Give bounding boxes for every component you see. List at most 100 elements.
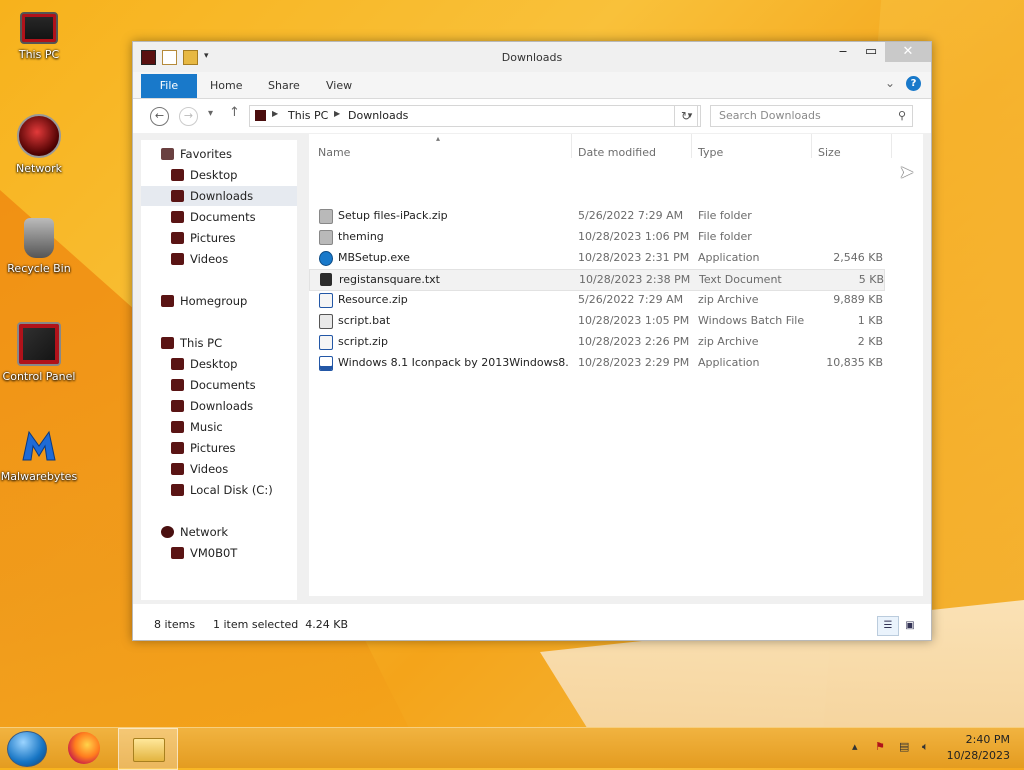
- desktop-icon-network[interactable]: Network: [0, 114, 78, 175]
- nav-pc-desktop[interactable]: Desktop: [171, 354, 237, 374]
- close-button[interactable]: ✕: [885, 42, 931, 62]
- desktop-icon-control-panel[interactable]: Control Panel: [0, 322, 78, 383]
- column-header-size[interactable]: Size: [818, 146, 841, 159]
- file-date: 10/28/2023 1:06 PM: [578, 230, 690, 243]
- address-bar[interactable]: ▶ This PC ▶ Downloads ▾: [249, 105, 701, 127]
- nav-pc-videos[interactable]: Videos: [171, 459, 228, 479]
- column-divider[interactable]: [691, 134, 692, 158]
- nav-network-vm0b0t[interactable]: VM0B0T: [171, 543, 237, 563]
- column-divider[interactable]: [891, 134, 892, 158]
- table-row[interactable]: Resource.zip 5/26/2022 7:29 AM zip Archi…: [309, 290, 883, 310]
- column-divider[interactable]: [571, 134, 572, 158]
- file-size: 2,546 KB: [833, 251, 883, 264]
- recent-locations-dropdown[interactable]: ▾: [208, 108, 213, 119]
- nav-this-pc[interactable]: This PC: [161, 333, 222, 353]
- sort-ascending-icon: ▴: [436, 134, 441, 143]
- forward-button[interactable]: →: [179, 107, 198, 126]
- file-size: 9,889 KB: [833, 293, 883, 306]
- desktop-icon-this-pc[interactable]: This PC: [0, 6, 78, 61]
- nav-pc-documents[interactable]: Documents: [171, 375, 256, 395]
- nav-fav-documents[interactable]: Documents: [171, 207, 256, 227]
- search-input[interactable]: Search Downloads: [719, 109, 821, 122]
- column-header-type[interactable]: Type: [698, 146, 723, 159]
- videos-icon: [171, 463, 184, 475]
- column-divider[interactable]: [811, 134, 812, 158]
- nav-pc-music[interactable]: Music: [171, 417, 223, 437]
- expand-ribbon-chevron-icon[interactable]: ⌄: [885, 76, 895, 90]
- breadcrumb-separator-icon[interactable]: ▶: [334, 109, 340, 118]
- breadcrumb-downloads[interactable]: Downloads: [348, 109, 408, 122]
- tab-view[interactable]: View: [326, 74, 352, 98]
- nav-label: Homegroup: [180, 294, 248, 308]
- nav-label: Documents: [190, 210, 256, 224]
- nav-fav-videos[interactable]: Videos: [171, 249, 228, 269]
- table-row-selected[interactable]: registansquare.txt 10/28/2023 2:38 PM Te…: [309, 269, 885, 291]
- minimize-button[interactable]: ‒: [829, 42, 857, 62]
- column-header-date-modified[interactable]: Date modified: [578, 146, 656, 159]
- up-button[interactable]: ↑: [229, 105, 240, 120]
- search-box[interactable]: Search Downloads ⚲: [710, 105, 913, 127]
- back-button[interactable]: ←: [150, 107, 169, 126]
- search-icon[interactable]: ⚲: [898, 109, 906, 122]
- table-row[interactable]: Windows 8.1 Iconpack by 2013Windows8.1.e…: [309, 353, 883, 373]
- breadcrumb-this-pc[interactable]: This PC: [288, 109, 328, 122]
- details-view-button[interactable]: ☰: [877, 616, 899, 636]
- nav-label: Network: [180, 525, 229, 539]
- table-row[interactable]: Setup files-iPack.zip 5/26/2022 7:29 AM …: [309, 206, 883, 226]
- tab-home[interactable]: Home: [210, 74, 242, 98]
- file-type: zip Archive: [698, 293, 759, 306]
- action-center-flag-icon[interactable]: ⚑: [875, 740, 885, 753]
- file-type: Application: [698, 251, 760, 264]
- desktop-icon: [171, 358, 184, 370]
- firefox-icon[interactable]: [68, 732, 100, 764]
- table-row[interactable]: theming 10/28/2023 1:06 PM File folder: [309, 227, 883, 247]
- title-bar[interactable]: ▾ Downloads ‒ ▭ ✕: [133, 42, 931, 72]
- table-row[interactable]: script.zip 10/28/2023 2:26 PM zip Archiv…: [309, 332, 883, 352]
- window-title: Downloads: [501, 51, 563, 64]
- nav-homegroup[interactable]: Homegroup: [161, 291, 247, 311]
- nav-network[interactable]: Network: [161, 522, 228, 542]
- large-icons-view-button[interactable]: ▣: [899, 616, 921, 636]
- documents-icon: [171, 379, 184, 391]
- file-type: zip Archive: [698, 335, 759, 348]
- nav-favorites[interactable]: Favorites: [161, 144, 232, 164]
- tab-file[interactable]: File: [141, 74, 197, 98]
- tab-share[interactable]: Share: [268, 74, 300, 98]
- downloads-icon: [171, 190, 184, 202]
- file-type: Text Document: [699, 273, 782, 286]
- file-date: 10/28/2023 1:05 PM: [578, 314, 690, 327]
- pictures-icon: [171, 442, 184, 454]
- nav-label: Local Disk (C:): [190, 483, 273, 497]
- desktop-icon-label: Control Panel: [2, 370, 76, 383]
- nav-fav-pictures[interactable]: Pictures: [171, 228, 236, 248]
- desktop-icon-malwarebytes[interactable]: Malwarebytes: [0, 426, 78, 483]
- folder-icon: [319, 209, 333, 224]
- status-bar: 8 items 1 item selected 4.24 KB ☰ ▣: [133, 604, 931, 640]
- system-clock[interactable]: 2:40 PM 10/28/2023: [947, 732, 1010, 764]
- file-name: Windows 8.1 Iconpack by 2013Windows8.1.e…: [338, 356, 568, 369]
- refresh-button[interactable]: ↻: [674, 105, 698, 127]
- nav-pc-pictures[interactable]: Pictures: [171, 438, 236, 458]
- nav-label: This PC: [180, 336, 223, 350]
- start-button[interactable]: [7, 731, 47, 767]
- nav-pc-local-disk[interactable]: Local Disk (C:): [171, 480, 273, 500]
- column-header-name[interactable]: Name: [318, 146, 350, 159]
- network-tray-icon[interactable]: ▤: [899, 740, 909, 753]
- maximize-button[interactable]: ▭: [857, 42, 885, 62]
- folder-icon: [133, 738, 165, 762]
- file-type: File folder: [698, 209, 752, 222]
- file-name: script.zip: [338, 335, 388, 348]
- table-row[interactable]: MBSetup.exe 10/28/2023 2:31 PM Applicati…: [309, 248, 883, 268]
- nav-fav-downloads[interactable]: Downloads: [141, 186, 297, 206]
- taskbar-file-explorer[interactable]: [118, 728, 178, 770]
- nav-pc-downloads[interactable]: Downloads: [171, 396, 253, 416]
- show-hidden-icons-chevron-icon[interactable]: ▴: [852, 740, 858, 753]
- explorer-window: ▾ Downloads ‒ ▭ ✕ File Home Share View ⌄…: [132, 41, 932, 641]
- volume-icon[interactable]: 🔈︎: [922, 740, 929, 754]
- desktop-icon-recycle-bin[interactable]: Recycle Bin: [0, 218, 78, 275]
- control-panel-icon: [17, 322, 61, 366]
- breadcrumb-separator-icon[interactable]: ▶: [272, 109, 278, 118]
- help-icon[interactable]: ?: [906, 76, 921, 91]
- nav-fav-desktop[interactable]: Desktop: [171, 165, 237, 185]
- table-row[interactable]: script.bat 10/28/2023 1:05 PM Windows Ba…: [309, 311, 883, 331]
